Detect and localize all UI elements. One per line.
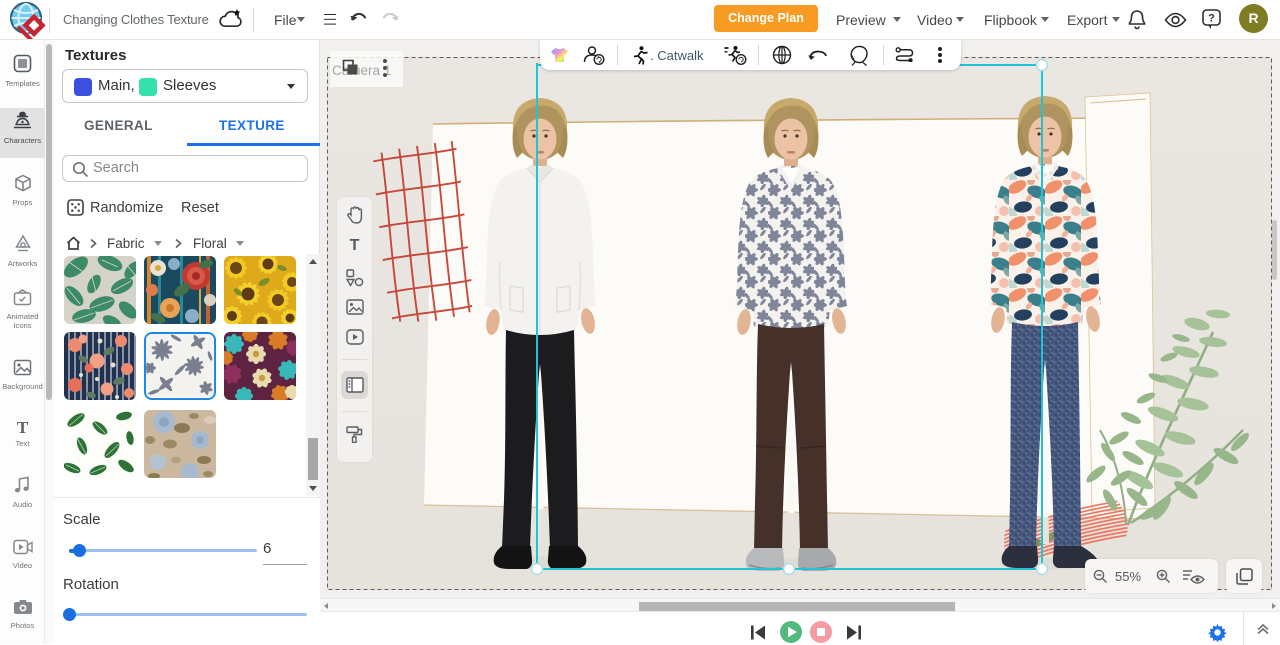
svg-text:?: ? [1208,13,1215,25]
